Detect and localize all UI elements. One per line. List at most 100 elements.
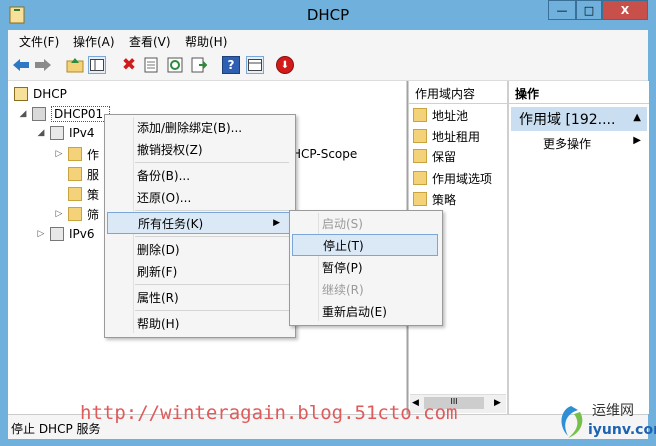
menu-all-tasks-label: 所有任务(K) [138,216,204,231]
close-button[interactable]: X [602,0,648,20]
policy-icon [68,187,82,201]
list-item-label: 地址池 [432,108,469,123]
menu-separator [135,210,289,211]
menu-separator [135,284,289,285]
menu-file[interactable]: 文件(F) [19,33,59,50]
help-icon[interactable]: ? [222,56,240,74]
menu-view[interactable]: 查看(V) [129,33,171,50]
forward-icon[interactable] [34,56,52,74]
folder-icon [68,147,82,161]
menu-start[interactable]: 启动(S) [292,212,438,234]
collapse-arrow-icon[interactable]: ◢ [36,128,46,138]
tree-scope-label: 作 [87,147,100,162]
tree-ipv6-label: IPv6 [69,227,95,241]
back-icon[interactable] [12,56,30,74]
filter-icon [68,207,82,221]
menu-help-item[interactable]: 帮助(H) [107,312,291,334]
folder-icon [413,149,427,163]
export-icon[interactable] [190,56,208,74]
logo-swirl-icon [561,406,583,438]
site-logo: 运维网 iyunv.com [556,400,656,444]
context-menu: 添加/删除绑定(B)... 撤销授权(Z) 备份(B)... 还原(O)... … [104,114,296,338]
menu-help[interactable]: 帮助(H) [185,33,227,50]
expand-arrow-icon[interactable]: ▷ [36,229,46,239]
submenu-arrow-icon: ▶ [273,218,280,228]
tree-server-options[interactable]: 服 [68,165,99,183]
menu-add-remove-bindings[interactable]: 添加/删除绑定(B)... [107,116,291,138]
expand-arrow-icon[interactable]: ▷ [54,209,64,219]
watermark-text: http://winteragain.blog.51cto.com [80,402,458,424]
menu-pause[interactable]: 暂停(P) [292,256,438,278]
view-icon[interactable] [246,56,264,74]
tree-filters[interactable]: ▷ 筛 [54,205,99,223]
actions-scope-section[interactable]: 作用域 [192.... ▲ [511,107,647,131]
collapse-up-icon[interactable]: ▲ [633,112,641,123]
scope-contents-title: 作用域内容 [415,87,476,101]
folder-icon [413,171,427,185]
minimize-button[interactable]: — [548,0,576,20]
actions-title: 操作 [515,87,540,101]
folder-icon [68,167,82,181]
expand-arrow-icon[interactable]: ▷ [54,149,64,159]
folder-icon [413,129,427,143]
tree-root-label: DHCP [33,87,67,101]
properties-icon[interactable] [142,56,160,74]
tree-policies-label: 策 [87,187,100,202]
tree-ipv6[interactable]: ▷ IPv6 [36,225,95,243]
server-icon [32,107,46,121]
scroll-right-icon[interactable]: ▶ [494,398,501,408]
menu-bar: 文件(F) 操作(A) 查看(V) 帮助(H) [8,30,648,50]
tree-server-options-label: 服 [87,167,100,182]
menu-restore[interactable]: 还原(O)... [107,186,291,208]
tree-server-label: DHCP01. [51,106,110,122]
tree-root[interactable]: DHCP [14,85,67,103]
delete-icon[interactable]: ✖ [120,55,138,75]
menu-refresh[interactable]: 刷新(F) [107,260,291,282]
scope-contents-header: 作用域内容 [409,81,507,104]
toolbar: ✖ ? ⬇ [8,50,648,81]
list-item-scope-options[interactable]: 作用域选项 [413,169,492,187]
folder-icon [413,192,427,206]
list-item-label: 地址租用 [432,129,481,144]
menu-separator [135,236,289,237]
menu-all-tasks[interactable]: 所有任务(K) ▶ [107,212,291,234]
logo-url: iyunv.com [588,422,656,438]
menu-stop[interactable]: 停止(T) [292,234,438,256]
actions-scope-label: 作用域 [192.... [519,112,616,128]
up-folder-icon[interactable] [66,56,84,74]
actions-pane: 操作 作用域 [192.... ▲ 更多操作 ▶ [508,81,649,414]
maximize-button[interactable]: □ [576,0,602,20]
ipv4-icon [50,126,64,140]
stop-service-icon[interactable]: ⬇ [276,56,294,74]
list-item-label: 保留 [432,149,457,164]
tree-policies[interactable]: 策 [68,185,99,203]
menu-separator [135,310,289,311]
menu-backup[interactable]: 备份(B)... [107,164,291,186]
menu-unauthorize[interactable]: 撤销授权(Z) [107,138,291,160]
menu-restart[interactable]: 重新启动(E) [292,300,438,322]
logo-title: 运维网 [592,403,634,419]
tree-server[interactable]: ◢ DHCP01. [18,105,110,123]
show-tree-icon[interactable] [88,56,106,74]
collapse-arrow-icon[interactable]: ◢ [18,109,28,119]
list-item-reservations[interactable]: 保留 [413,147,456,165]
list-item-label: 策略 [432,192,457,207]
list-item-policies[interactable]: 策略 [413,190,456,208]
menu-resume[interactable]: 继续(R) [292,278,438,300]
ipv6-icon [50,227,64,241]
tree-ipv4-label: IPv4 [69,126,95,140]
list-item-address-pool[interactable]: 地址池 [413,106,468,124]
list-item-address-leases[interactable]: 地址租用 [413,127,480,145]
tree-filters-label: 筛 [87,207,100,222]
scope-name-text: HCP-Scope [292,147,358,161]
menu-delete[interactable]: 删除(D) [107,238,291,260]
more-actions-link[interactable]: 更多操作 [543,135,591,152]
refresh-icon[interactable] [166,56,184,74]
tree-scope[interactable]: ▷ 作 [54,145,99,163]
menu-action[interactable]: 操作(A) [73,33,115,50]
menu-separator [135,162,289,163]
tree-ipv4[interactable]: ◢ IPv4 [36,124,95,142]
menu-properties[interactable]: 属性(R) [107,286,291,308]
actions-header: 操作 [509,81,649,104]
folder-icon [413,108,427,122]
